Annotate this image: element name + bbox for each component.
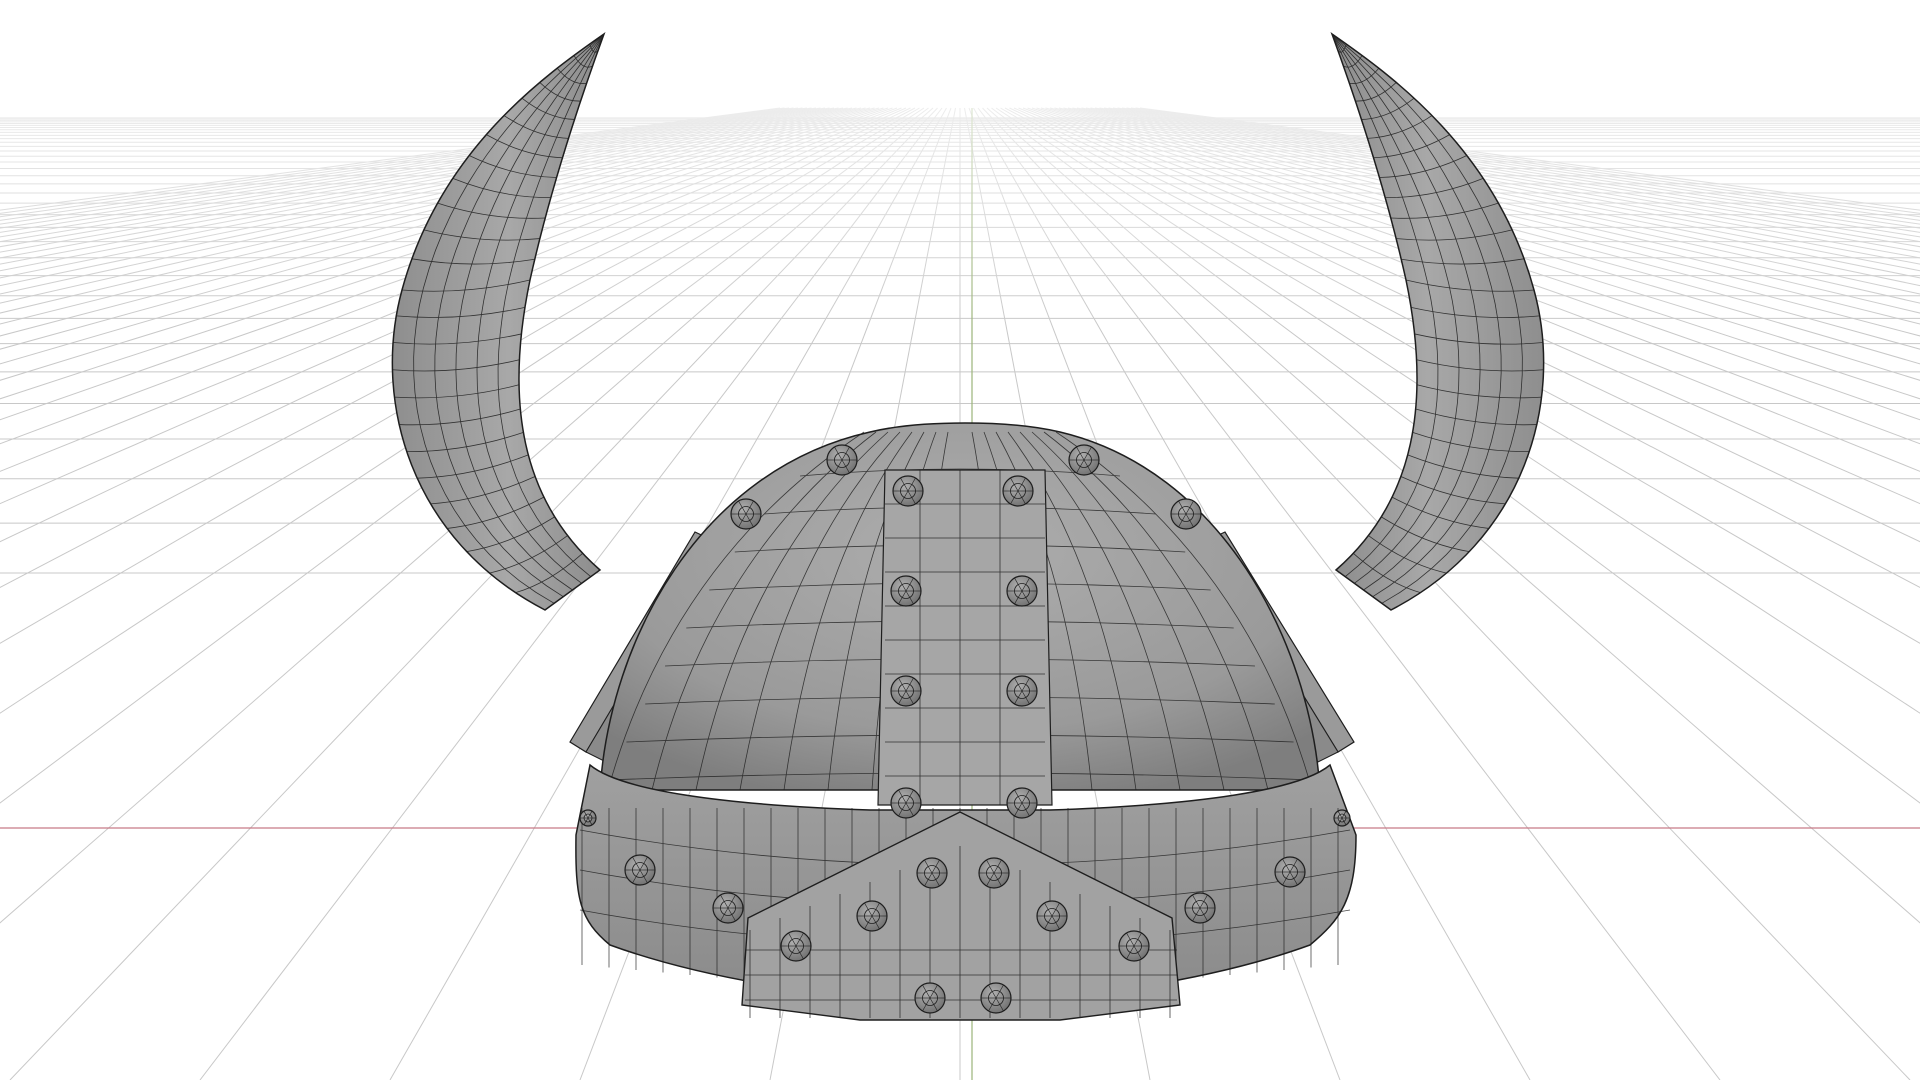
rivet <box>1118 930 1150 962</box>
rivet <box>1184 892 1216 924</box>
rivet <box>980 982 1012 1014</box>
rivet <box>1274 856 1306 888</box>
rivet <box>856 900 888 932</box>
rivet <box>730 498 762 530</box>
viewport-canvas <box>0 0 1920 1080</box>
rivet <box>914 982 946 1014</box>
rivet <box>1006 675 1038 707</box>
rivet <box>890 575 922 607</box>
center-band <box>877 469 1053 806</box>
rivet <box>579 809 597 827</box>
rivet <box>916 857 948 889</box>
rivet <box>826 444 858 476</box>
horizon-fade <box>0 0 1920 330</box>
rivet <box>1002 475 1034 507</box>
3d-viewport[interactable] <box>0 0 1920 1080</box>
rivet <box>1333 809 1351 827</box>
rivet <box>624 854 656 886</box>
rivet <box>890 787 922 819</box>
rivet <box>890 675 922 707</box>
rivet <box>1006 575 1038 607</box>
rivet <box>1006 787 1038 819</box>
rivet <box>1068 444 1100 476</box>
rivet <box>978 857 1010 889</box>
rivet <box>712 892 744 924</box>
rivet <box>892 475 924 507</box>
rivet <box>1170 498 1202 530</box>
rivet <box>1036 900 1068 932</box>
rivet <box>780 930 812 962</box>
